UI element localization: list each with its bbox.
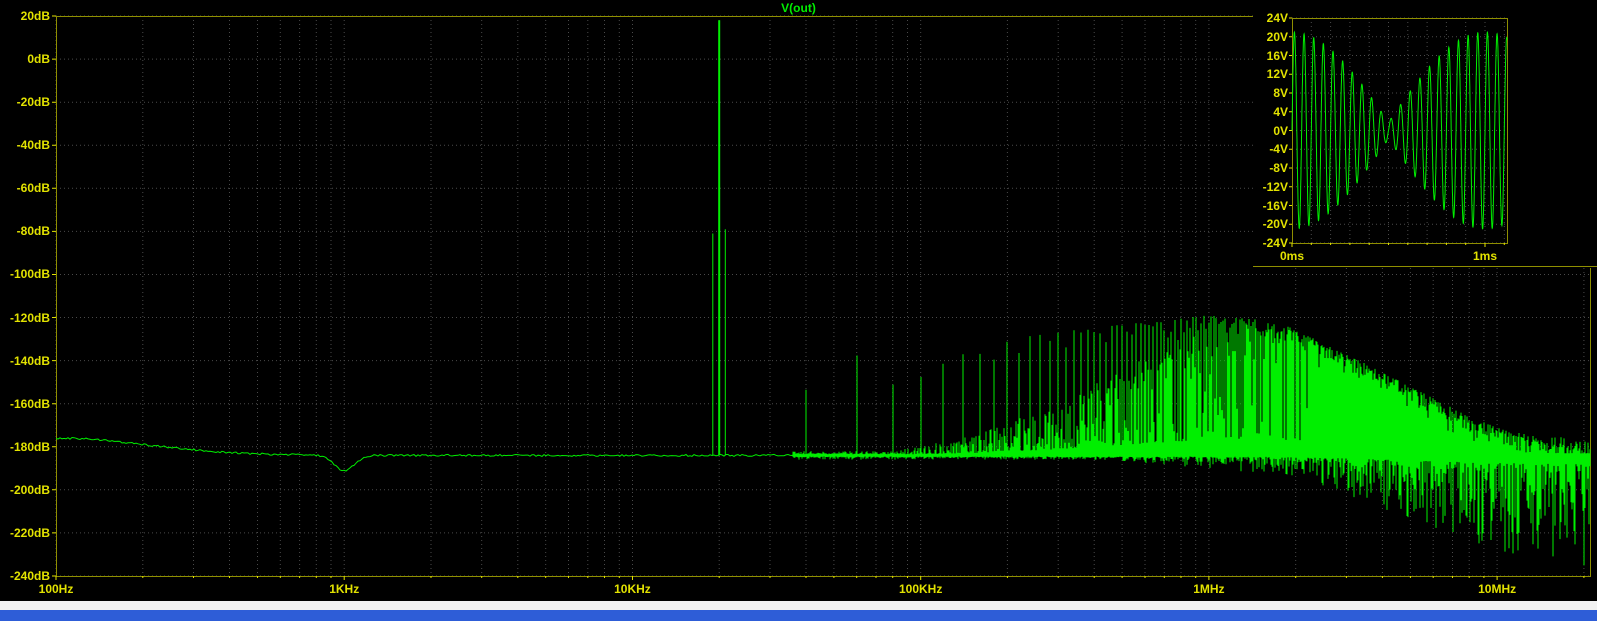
- ltspice-waveform-viewer: V(out) 20dB 0dB -20dB -40dB -60dB -80dB -100dB…: [0, 0, 1597, 621]
- background-window-titlebar[interactable]: [0, 610, 1597, 621]
- inset-plot-canvas[interactable]: [1253, 0, 1597, 268]
- status-bar: [0, 601, 1597, 610]
- fft-trace-baseline: [55, 436, 807, 472]
- scope-inset-pane[interactable]: 24V 20V 16V 12V 8V 4V 0V -4V -8V -12V -16V -20V -24V…: [1253, 0, 1597, 268]
- fft-trace-spectrum: [792, 315, 1591, 566]
